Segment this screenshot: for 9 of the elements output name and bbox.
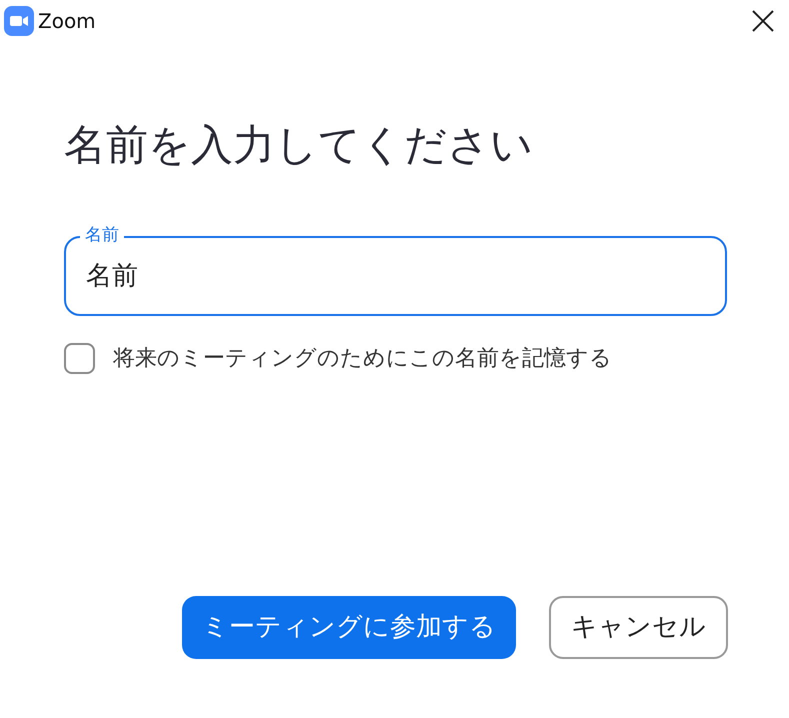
close-button[interactable]: [751, 9, 775, 33]
cancel-button[interactable]: キャンセル: [549, 596, 728, 659]
name-field[interactable]: 名前 名前: [64, 224, 727, 316]
dialog-heading: 名前を入力してください: [64, 120, 534, 170]
app-logo-icon: [4, 6, 34, 36]
checkbox-label: 将来のミーティングのためにこの名前を記憶する: [113, 345, 612, 374]
remember-checkbox[interactable]: [64, 343, 95, 374]
join-button[interactable]: ミーティングに参加する: [182, 596, 516, 659]
window-title: Zoom: [38, 8, 96, 35]
